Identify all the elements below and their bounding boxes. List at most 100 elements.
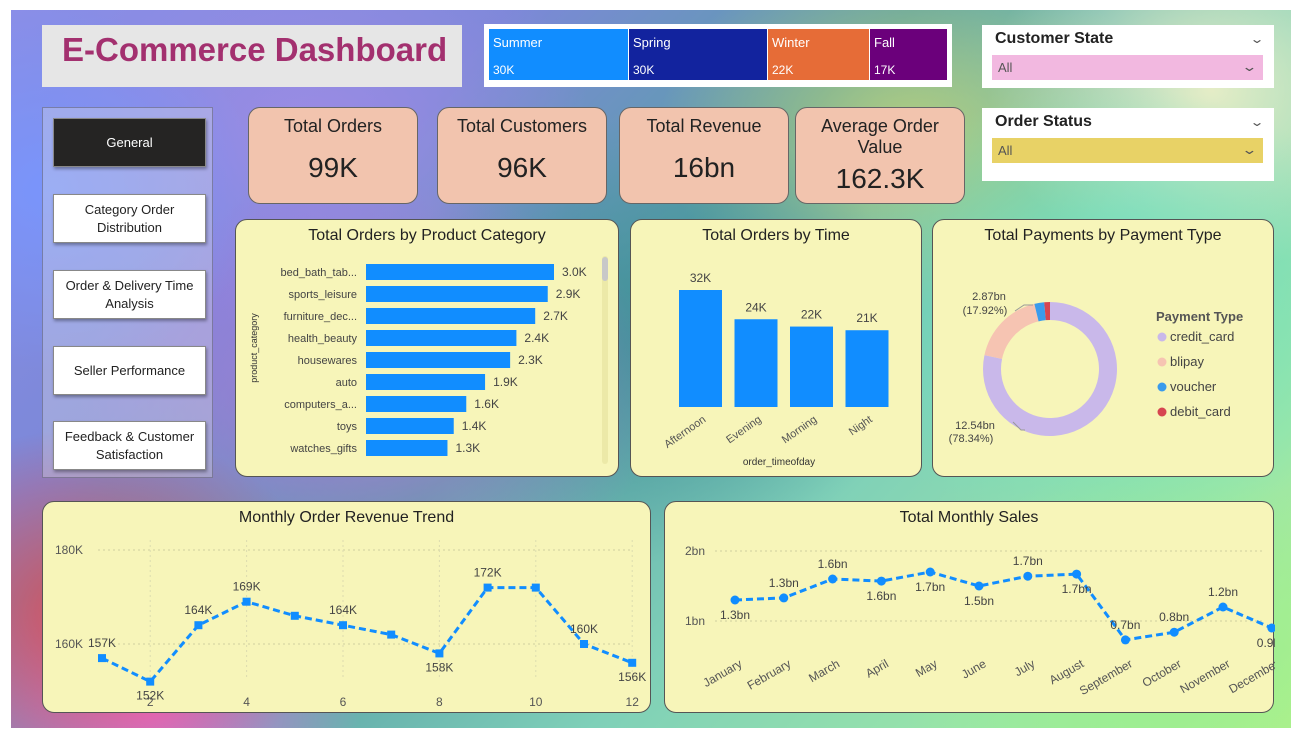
season-bar: Summer 30K Spring 30K Winter 22K Fall 17…: [484, 24, 952, 87]
slicer-label: Customer State: [995, 30, 1114, 47]
data-point-marker: [1023, 571, 1033, 581]
legend-marker: [1157, 357, 1167, 367]
bar-data-label: 21K: [856, 311, 877, 325]
kpi-total-revenue: Total Revenue 16bn: [619, 107, 789, 204]
bar-data-label: 1.9K: [493, 375, 518, 389]
x-tick-label: May: [913, 656, 940, 679]
point-data-label: 1.7bn: [1013, 554, 1043, 568]
point-data-label: 0.9bn: [1257, 636, 1275, 650]
monthly-sales-card: Total Monthly Sales 1bn 2bn 1.3bn January 1.…: [664, 501, 1275, 713]
season-spring[interactable]: Spring 30K: [629, 29, 767, 80]
chevron-down-icon[interactable]: ⌄: [1249, 115, 1264, 129]
dashboard-canvas: E-Commerce Dashboard Summer 30K Spring 3…: [11, 10, 1291, 728]
bar-data-label: 22K: [801, 308, 822, 322]
point-data-label: 164K: [184, 603, 212, 617]
season-name: Summer: [493, 35, 543, 50]
revenue-line-chart: 160K180K157K152K164K169K164K158K172K160K…: [55, 540, 646, 709]
point-data-label: 158K: [425, 660, 453, 674]
x-tick-label: March: [806, 656, 842, 685]
data-point-marker: [1169, 627, 1179, 637]
kpi-label: Total Customers: [456, 116, 588, 136]
nav-order-delivery-button[interactable]: Order & Delivery Time Analysis: [53, 270, 206, 319]
point-data-label: 1.7bn: [915, 580, 945, 594]
category-tick-label: health_beauty: [288, 333, 358, 345]
season-fall[interactable]: Fall 17K: [870, 29, 947, 80]
bar-data-label: 2.3K: [518, 353, 543, 367]
bar-data-label: 3.0K: [562, 265, 587, 279]
data-point-marker: [1267, 623, 1275, 633]
category-bar: [366, 308, 536, 324]
season-winter[interactable]: Winter 22K: [768, 29, 869, 80]
category-tick-label: toys: [337, 421, 358, 433]
x-axis-label: order_timeofday: [743, 457, 815, 468]
page-title: E-Commerce Dashboard: [62, 31, 448, 68]
y-tick-label: 160K: [55, 637, 83, 651]
bar-data-label: 2.4K: [524, 331, 549, 345]
data-point-marker: [828, 574, 838, 584]
navigation-panel: General Category Order Distribution Orde…: [42, 107, 213, 478]
time-bar: [845, 330, 889, 407]
nav-general-button[interactable]: General: [53, 118, 206, 167]
nav-feedback-button[interactable]: Feedback & Customer Satisfaction: [53, 421, 206, 470]
order-status-slicer: Order Status ⌄ All ⌄: [982, 108, 1274, 181]
x-tick-label: January: [701, 656, 745, 689]
data-point-marker: [876, 576, 886, 586]
kpi-value: 162.3K: [835, 163, 925, 194]
slice-percent-label: (78.34%): [949, 433, 994, 445]
y-axis-label: product_category: [249, 313, 259, 383]
legend-label: blipay: [1170, 354, 1204, 369]
data-point-marker: [730, 595, 740, 605]
x-tick-label: 6: [340, 695, 347, 709]
point-data-label: 1.7bn: [1062, 582, 1092, 596]
bar-data-label: 1.4K: [462, 419, 487, 433]
x-tick-label: September: [1077, 656, 1135, 697]
kpi-value: 99K: [308, 152, 358, 183]
point-data-label: 172K: [474, 566, 502, 580]
legend-marker: [1157, 332, 1167, 342]
kpi-value: 16bn: [672, 152, 736, 183]
data-point-marker: [1120, 635, 1130, 645]
category-tick-label: Night: [847, 414, 875, 439]
data-point-marker: [194, 621, 203, 630]
y-tick-label: 2bn: [685, 544, 705, 558]
category-tick-label: bed_bath_tab...: [281, 267, 357, 279]
category-bar: [366, 352, 511, 368]
data-point-marker: [628, 658, 637, 667]
point-data-label: 1.6bn: [866, 589, 896, 603]
payment-chart-card: Total Payments by Payment Type 2.87bn (17…: [932, 219, 1274, 477]
x-tick-label: February: [745, 656, 794, 692]
data-point-marker: [974, 581, 984, 591]
point-data-label: 1.3bn: [720, 608, 750, 622]
bar-data-label: 1.6K: [474, 397, 499, 411]
data-point-marker: [146, 677, 155, 686]
x-tick-label: 2: [147, 695, 154, 709]
point-data-label: 169K: [233, 580, 261, 594]
sales-line-chart: 1bn 2bn 1.3bn January 1.3bn February 1.6bn Marc…: [685, 544, 1275, 698]
nav-seller-performance-button[interactable]: Seller Performance: [53, 346, 206, 395]
revenue-trend-card: Monthly Order Revenue Trend 160K 180K 157K…: [42, 501, 651, 713]
scrollbar-track[interactable]: [602, 256, 608, 464]
customer-state-dropdown[interactable]: All ⌄: [992, 55, 1263, 80]
legend-label: debit_card: [1170, 404, 1231, 419]
kpi-total-customers: Total Customers 96K: [437, 107, 607, 204]
bar-data-label: 2.9K: [556, 287, 581, 301]
category-tick-label: furniture_dec...: [284, 311, 357, 323]
bar-data-label: 1.3K: [455, 441, 480, 455]
season-summer[interactable]: Summer 30K: [489, 29, 628, 80]
dropdown-value: All: [998, 60, 1013, 75]
point-data-label: 0.7bn: [1110, 618, 1140, 632]
nav-category-order-button[interactable]: Category Order Distribution: [53, 194, 206, 243]
scrollbar-thumb[interactable]: [602, 257, 608, 281]
order-status-dropdown[interactable]: All ⌄: [992, 138, 1263, 163]
category-bar: [366, 418, 454, 434]
category-tick-label: auto: [336, 377, 357, 389]
category-bar: [366, 286, 548, 302]
sales-line: [734, 570, 1273, 642]
customer-state-slicer: Customer State ⌄ All ⌄: [982, 25, 1274, 88]
category-bar-chart: product_category bed_bath_tab... 3.0K sport…: [249, 264, 587, 456]
season-value: 17K: [874, 63, 896, 77]
chevron-down-icon[interactable]: ⌄: [1249, 32, 1264, 46]
season-value: 30K: [493, 63, 515, 77]
category-bar: [366, 440, 448, 456]
season-name: Winter: [772, 35, 810, 50]
